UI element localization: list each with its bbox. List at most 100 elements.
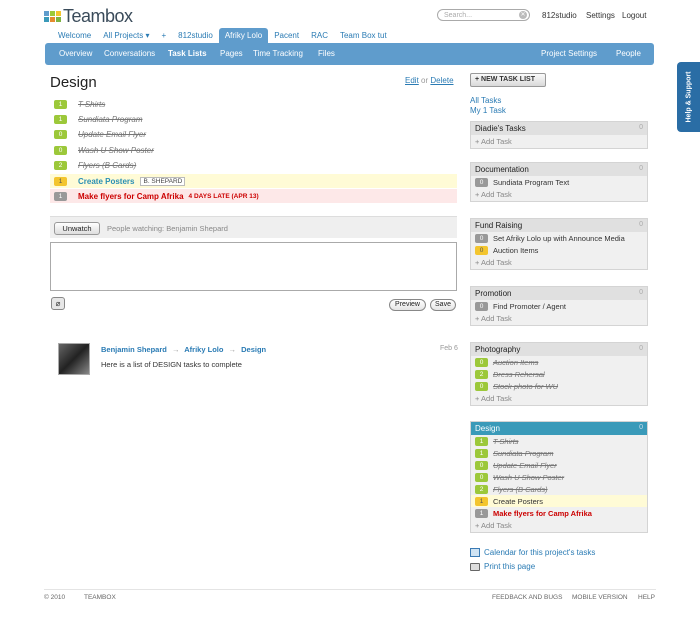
settings-link[interactable]: Settings	[586, 11, 615, 20]
avatar[interactable]	[58, 343, 90, 375]
task-name[interactable]: Make flyers for Camp Afrika	[78, 192, 184, 201]
tab-812studio[interactable]: 812studio	[172, 28, 219, 43]
task-name[interactable]: Stock photo for WU	[493, 382, 558, 391]
add-task-link[interactable]: + Add Task	[471, 188, 647, 201]
logout-link[interactable]: Logout	[622, 11, 646, 20]
add-task-link[interactable]: + Add Task	[471, 312, 647, 325]
calendar-link-text[interactable]: Calendar for this project's tasks	[484, 548, 595, 557]
nav-conversations[interactable]: Conversations	[104, 49, 155, 58]
nav-files[interactable]: Files	[318, 49, 335, 58]
add-task-link[interactable]: + Add Task	[471, 519, 647, 532]
my-tasks-link[interactable]: My 1 Task	[470, 106, 506, 115]
task-name[interactable]: Sundiata Program	[78, 115, 142, 124]
delete-link[interactable]: Delete	[430, 76, 453, 85]
unwatch-button[interactable]: Unwatch	[54, 222, 100, 235]
list-item[interactable]: 2 Flyers (B Cards)	[471, 483, 647, 495]
tab-pacent[interactable]: Pacent	[268, 28, 305, 43]
list-item[interactable]: 0 Auction Items	[471, 356, 647, 368]
feedback-link[interactable]: FEEDBACK AND BUGS	[492, 594, 562, 601]
comment-textarea[interactable]	[50, 242, 457, 291]
paperclip-icon[interactable]: ⌀	[51, 297, 65, 310]
task-name[interactable]: Sundiata Program Text	[493, 178, 569, 187]
nav-overview[interactable]: Overview	[59, 49, 92, 58]
comment-author-link[interactable]: Benjamin Shepard	[101, 345, 167, 354]
task-name[interactable]: Update Email Flyer	[493, 461, 557, 470]
task-name[interactable]: Wash U Show Poster	[493, 473, 564, 482]
nav-project-settings[interactable]: Project Settings	[541, 49, 597, 58]
all-tasks-link[interactable]: All Tasks	[470, 96, 501, 105]
list-item[interactable]: 0 Find Promoter / Agent	[471, 300, 647, 312]
task-name[interactable]: Set Afriky Lolo up with Announce Media	[493, 234, 625, 243]
panel-title[interactable]: Promotion 0	[471, 287, 647, 300]
nav-task-lists[interactable]: Task Lists	[168, 49, 207, 58]
list-item[interactable]: 0 Set Afriky Lolo up with Announce Media	[471, 232, 647, 244]
task-name[interactable]: T-Shirts	[493, 437, 519, 446]
list-item[interactable]: 1 Sundiata Program	[471, 447, 647, 459]
add-task-link[interactable]: + Add Task	[471, 135, 647, 148]
tab-afriky-lolo[interactable]: Afriky Lolo	[218, 28, 269, 43]
task-name[interactable]: Wash U Show Poster	[78, 146, 154, 155]
user-link[interactable]: 812studio	[542, 11, 577, 20]
task-name[interactable]: Make flyers for Camp Afrika	[493, 509, 592, 518]
task-name[interactable]: Auction Items	[493, 246, 538, 255]
task-name[interactable]: Sundiata Program	[493, 449, 553, 458]
task-list-panel-current: Design 0 1 T-Shirts 1 Sundiata Program 0 Upd…	[470, 421, 648, 533]
help-link[interactable]: HELP	[638, 594, 655, 601]
task-name[interactable]: Auction Items	[493, 358, 538, 367]
nav-pages[interactable]: Pages	[220, 49, 243, 58]
panel-title[interactable]: Diadie's Tasks 0	[471, 122, 647, 135]
tab-rac[interactable]: RAC	[305, 28, 334, 43]
task-row[interactable]: 2 Flyers (B Cards)	[50, 158, 457, 172]
edit-link[interactable]: Edit	[405, 76, 419, 85]
tab-team-box-tut[interactable]: Team Box tut	[334, 28, 393, 43]
list-item[interactable]: 0 Sundiata Program Text	[471, 176, 647, 188]
task-row[interactable]: 1 Create Posters B. SHEPARD	[50, 174, 457, 188]
list-item[interactable]: 0 Wash U Show Poster	[471, 471, 647, 483]
list-item[interactable]: 2 Dress Rehersal	[471, 368, 647, 380]
tab-all-projects[interactable]: All Projects ▾	[97, 28, 155, 43]
add-task-link[interactable]: + Add Task	[471, 392, 647, 405]
task-row[interactable]: 0 Update Email Flyer	[50, 127, 457, 141]
teambox-logo[interactable]: Teambox	[44, 6, 133, 26]
tab-new-project[interactable]: +	[155, 28, 172, 43]
panel-title[interactable]: Documentation 0	[471, 163, 647, 176]
list-item[interactable]: 1 Create Posters	[471, 495, 647, 507]
task-row[interactable]: 0 Wash U Show Poster	[50, 143, 457, 157]
list-item[interactable]: 0 Stock photo for WU	[471, 380, 647, 392]
panel-title[interactable]: Fund Raising 0	[471, 219, 647, 232]
list-item[interactable]: 0 Auction Items	[471, 244, 647, 256]
print-link[interactable]: Print this page	[470, 562, 535, 571]
task-row[interactable]: 1 T-Shirts	[50, 97, 457, 111]
task-name[interactable]: Find Promoter / Agent	[493, 302, 566, 311]
task-name[interactable]: Dress Rehersal	[493, 370, 545, 379]
task-row[interactable]: 1 Sundiata Program	[50, 112, 457, 126]
search-input[interactable]: Search... ✕	[437, 9, 530, 21]
tab-welcome[interactable]: Welcome	[52, 28, 97, 43]
nav-people[interactable]: People	[616, 49, 641, 58]
list-item[interactable]: 1 T-Shirts	[471, 435, 647, 447]
calendar-link[interactable]: Calendar for this project's tasks	[470, 548, 595, 558]
list-item[interactable]: 0 Update Email Flyer	[471, 459, 647, 471]
print-link-text[interactable]: Print this page	[484, 562, 535, 571]
panel-title[interactable]: Design 0	[471, 422, 647, 435]
task-row[interactable]: 1 Make flyers for Camp Afrika 4 DAYS LAT…	[50, 189, 457, 203]
clear-search-icon[interactable]: ✕	[519, 11, 527, 19]
footer-brand-link[interactable]: TEAMBOX	[84, 594, 116, 601]
new-task-list-button[interactable]: + NEW TASK LIST	[470, 73, 546, 87]
nav-time-tracking[interactable]: Time Tracking	[253, 49, 303, 58]
task-name[interactable]: T-Shirts	[78, 100, 105, 109]
mobile-version-link[interactable]: MOBILE VERSION	[572, 594, 628, 601]
preview-button[interactable]: Preview	[389, 299, 426, 311]
add-task-link[interactable]: + Add Task	[471, 256, 647, 269]
help-support-tab[interactable]: Help & Support	[677, 62, 700, 132]
task-name[interactable]: Create Posters	[78, 177, 134, 186]
comment-project-link[interactable]: Afriky Lolo	[184, 345, 223, 354]
task-name[interactable]: Update Email Flyer	[78, 130, 146, 139]
task-name[interactable]: Flyers (B Cards)	[78, 161, 136, 170]
comment-list-link[interactable]: Design	[241, 345, 266, 354]
task-name[interactable]: Flyers (B Cards)	[493, 485, 548, 494]
task-name[interactable]: Create Posters	[493, 497, 543, 506]
panel-title[interactable]: Photography 0	[471, 343, 647, 356]
save-button[interactable]: Save	[430, 299, 456, 311]
list-item[interactable]: 1 Make flyers for Camp Afrika	[471, 507, 647, 519]
